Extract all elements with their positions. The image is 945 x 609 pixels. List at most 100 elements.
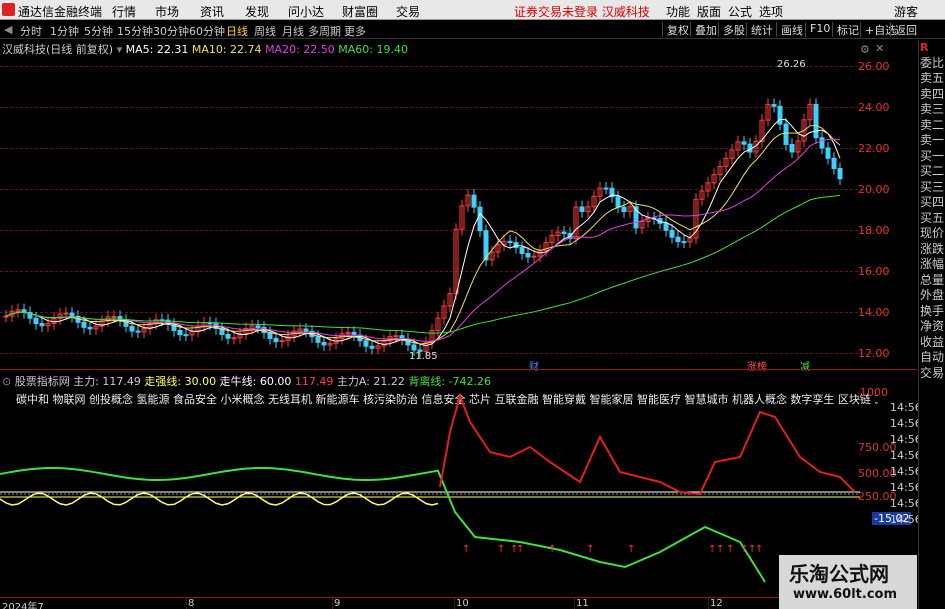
f10-button[interactable]: F10 bbox=[805, 22, 834, 37]
candle-body bbox=[135, 330, 141, 333]
panel-auto[interactable]: 自动 bbox=[919, 350, 945, 366]
menu-banmian[interactable]: 版面 bbox=[697, 3, 721, 20]
pane-separator[interactable] bbox=[0, 369, 917, 370]
legend-red-value: 117.49 bbox=[294, 375, 334, 388]
x-divider bbox=[186, 598, 187, 609]
candle-body bbox=[129, 325, 135, 332]
up-arrow-icon: ↑ bbox=[586, 544, 594, 555]
menu-hangqing[interactable]: 行情 bbox=[112, 3, 136, 20]
back-button[interactable]: 返回 bbox=[890, 22, 921, 37]
watermark-url: www.60lt.com bbox=[793, 587, 898, 602]
y-tick-16: 16.00 bbox=[858, 265, 890, 278]
fuquan-button[interactable]: 复权 bbox=[662, 22, 693, 37]
x-divider bbox=[708, 598, 709, 609]
period-1min[interactable]: 1分钟 bbox=[50, 23, 79, 39]
period-more[interactable]: 更多 bbox=[344, 23, 366, 39]
candle-body bbox=[3, 315, 9, 318]
candle-body bbox=[507, 240, 513, 244]
guest-user[interactable]: 游客 bbox=[894, 3, 918, 20]
menu-zixun[interactable]: 资讯 bbox=[200, 3, 224, 20]
x-divider bbox=[454, 598, 455, 609]
menu-caifuquan[interactable]: 财富圈 bbox=[342, 3, 378, 20]
menu-jiaoyi[interactable]: 交易 bbox=[396, 3, 420, 20]
up-arrow-icon: ↑ bbox=[516, 544, 524, 555]
candle-body bbox=[81, 321, 87, 328]
period-daily[interactable]: 日线 bbox=[226, 23, 248, 39]
x-tick: 12 bbox=[710, 598, 723, 609]
settings-gear-icon[interactable]: ⚙ bbox=[860, 43, 870, 56]
duogu-button[interactable]: 多股 bbox=[718, 22, 749, 37]
sub-y-250: 250.00 bbox=[858, 490, 897, 503]
close-icon[interactable]: ✕ bbox=[875, 42, 884, 55]
quote-side-panel: R 委比 卖五 卖四 卖三 卖二 卖一 买一 买二 买三 买四 买五 现价 涨跌… bbox=[918, 40, 945, 609]
candle-body bbox=[621, 206, 627, 213]
panel-volume: 总量 bbox=[920, 272, 945, 287]
side-time: 14:56 bbox=[890, 433, 922, 446]
indicator-name[interactable]: 股票指标网 bbox=[15, 375, 70, 388]
period-monthly[interactable]: 月线 bbox=[282, 23, 304, 39]
candle-body bbox=[177, 329, 183, 336]
login-notice[interactable]: 证券交易未登录 汉威科技 bbox=[514, 3, 650, 20]
candle-body bbox=[183, 334, 189, 337]
nav-left-icon[interactable]: ◀ bbox=[4, 23, 12, 36]
period-weekly[interactable]: 周线 bbox=[254, 23, 276, 39]
marker-jian[interactable]: 减 bbox=[800, 358, 810, 373]
candle-body bbox=[561, 231, 567, 234]
candle-body bbox=[321, 341, 327, 346]
candle-body bbox=[39, 323, 45, 327]
period-toolbar: ◀ 分时 1分钟 5分钟 15分钟 30分钟 60分钟 日线 周线 月线 多周期… bbox=[0, 21, 945, 39]
panel-outer: 外盘 bbox=[920, 288, 945, 302]
tongji-button[interactable]: 统计 bbox=[746, 22, 777, 37]
marker-cai[interactable]: 财 bbox=[529, 358, 539, 373]
ma60-line bbox=[5, 194, 841, 334]
menu-xuanxiang[interactable]: 选项 bbox=[759, 3, 783, 20]
sub-y-500: 500.00 bbox=[858, 467, 897, 480]
period-5min[interactable]: 5分钟 bbox=[84, 23, 113, 39]
x-tick: 2024年7 bbox=[2, 602, 44, 609]
candle-body bbox=[63, 312, 69, 315]
huaxian-button[interactable]: 画线 bbox=[776, 22, 807, 37]
period-60min[interactable]: 60分钟 bbox=[189, 23, 225, 39]
menu-shichang[interactable]: 市场 bbox=[155, 3, 179, 20]
indicator-dropdown-icon[interactable]: ⊙ bbox=[2, 375, 11, 388]
period-multi[interactable]: 多周期 bbox=[308, 23, 341, 39]
biaoji-button[interactable]: 标记 bbox=[832, 22, 863, 37]
sub-y-1000: 1000 bbox=[860, 386, 888, 399]
ma10-line bbox=[5, 124, 841, 345]
menu-wenxiaoda[interactable]: 问小达 bbox=[288, 3, 324, 20]
title-bar: 通达信金融终端 行情 市场 资讯 发现 问小达 财富圈 交易 证券交易未登录 汉… bbox=[0, 0, 945, 20]
menu-gongneng[interactable]: 功能 bbox=[666, 3, 690, 20]
candle-body bbox=[123, 319, 129, 327]
x-tick: 9 bbox=[334, 598, 341, 609]
candle-body bbox=[69, 312, 75, 317]
panel-r-icon[interactable]: R bbox=[919, 40, 945, 56]
panel-buy3: 买三 bbox=[920, 179, 945, 194]
diejia-button[interactable]: 叠加 bbox=[690, 22, 721, 37]
menu-gongshi[interactable]: 公式 bbox=[728, 3, 752, 20]
candle-body bbox=[813, 103, 819, 139]
indicator-chart: ↑ ↑ ↑↑ ↑ ↑ ↑ ↑ ↑ ↑ ↑ ↑↑ bbox=[0, 392, 860, 583]
panel-buy1: 买一 bbox=[920, 148, 945, 163]
candle-body bbox=[789, 143, 795, 153]
panel-sell4: 卖四 bbox=[920, 86, 945, 101]
panel-trade[interactable]: 交易 bbox=[919, 366, 945, 382]
sub-legend: ⊙ 股票指标网 主力: 117.49 走强线: 30.00 走牛线: 60.00… bbox=[2, 373, 491, 389]
candle-body bbox=[663, 222, 669, 231]
period-15min[interactable]: 15分钟 bbox=[117, 23, 153, 39]
side-time-column: 14:56 14:56 14:56 14:56 14:56 14:56 14:5… bbox=[890, 400, 922, 528]
candle-body bbox=[471, 194, 477, 208]
candle-body bbox=[771, 104, 777, 107]
candle-body bbox=[519, 247, 525, 254]
x-tick: 10 bbox=[456, 598, 469, 609]
side-time: 14:56 bbox=[890, 417, 922, 430]
period-30min[interactable]: 30分钟 bbox=[153, 23, 189, 39]
side-time: 14:56 bbox=[890, 449, 922, 462]
legend-zouniu: 走牛线: 60.00 bbox=[219, 375, 292, 388]
x-divider bbox=[332, 598, 333, 609]
menu-faxian[interactable]: 发现 bbox=[245, 3, 269, 20]
side-time: 14:56 bbox=[890, 401, 922, 414]
period-fenshi[interactable]: 分时 bbox=[20, 23, 42, 39]
marker-zhangbang[interactable]: 涨榜 bbox=[747, 358, 767, 373]
side-time: 14:56 bbox=[890, 513, 922, 526]
side-time: 14:56 bbox=[890, 481, 922, 494]
